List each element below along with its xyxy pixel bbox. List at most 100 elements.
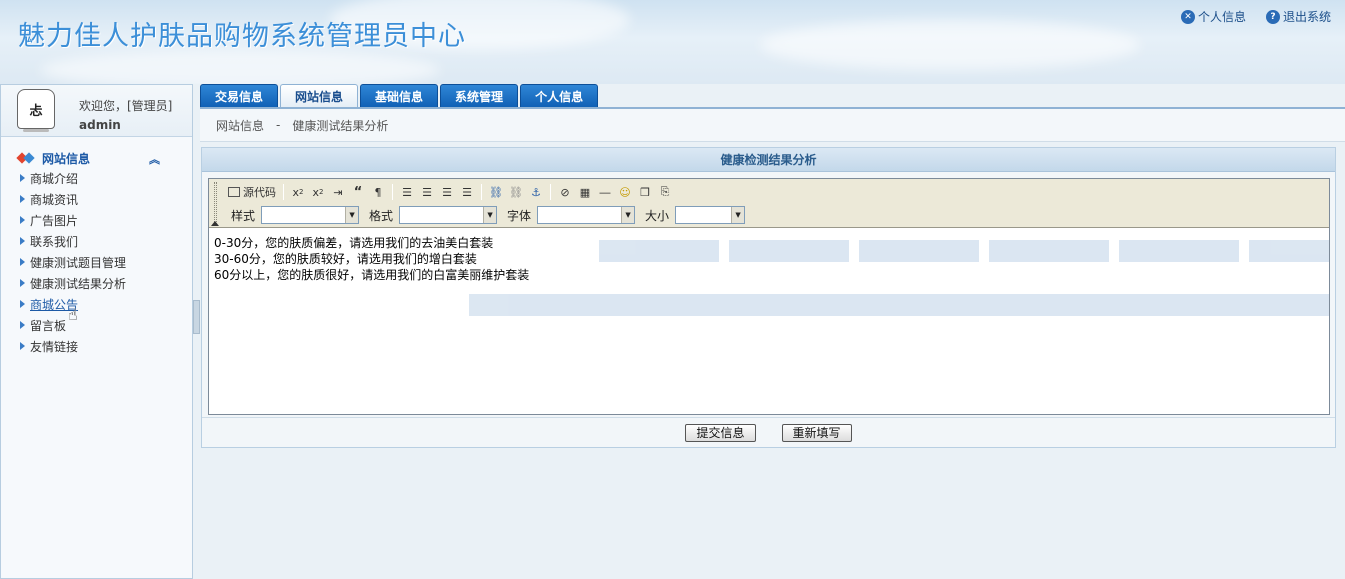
editor-toolbar: 源代码 x2 x2 ⇥ “ ¶ ☰ ☰ ☰ ☰ ⛓ ⛓ ⚓ ⊘ ▦ ― ☺ ❒ … [209, 179, 1329, 228]
tab-transactions[interactable]: 交易信息 [200, 84, 279, 108]
diamonds-icon [16, 152, 39, 164]
arrow-right-icon [20, 237, 25, 245]
sidebar-item-contact[interactable]: 联系我们 [20, 232, 192, 253]
header-cloud [40, 50, 440, 84]
collapse-toolbar-icon[interactable] [211, 221, 219, 226]
anchor-icon[interactable]: ⚓ [526, 183, 546, 201]
horizontal-rule-icon[interactable]: ― [595, 183, 615, 201]
chevron-down-icon: ▼ [731, 207, 745, 223]
smiley-icon[interactable]: ☺ [615, 183, 635, 201]
avatar: 忐 [17, 89, 55, 129]
sidebar-item-label: 健康测试结果分析 [30, 277, 127, 291]
welcome-text: 欢迎您，[管理员] [79, 99, 173, 113]
toolbar-separator [550, 184, 551, 200]
style-select[interactable]: ▼ [261, 206, 360, 224]
panel-title: 健康检测结果分析 [202, 148, 1335, 172]
flash-icon[interactable]: ⊘ [555, 183, 575, 201]
breadcrumb: 网站信息 - 健康测试结果分析 [200, 109, 1345, 142]
reset-button[interactable]: 重新填写 [781, 423, 852, 442]
superscript-icon[interactable]: x2 [308, 183, 328, 201]
align-justify-icon[interactable]: ☰ [457, 183, 477, 201]
chevron-down-icon: ▼ [621, 207, 635, 223]
chevron-down-icon: ▼ [345, 207, 359, 223]
collapse-icon[interactable]: ︽ [149, 151, 160, 167]
panel-footer: 提交信息 重新填写 [202, 417, 1335, 447]
sidebar-splitter[interactable] [193, 300, 200, 334]
site-title: 魅力佳人护肤品购物系统管理员中心 [18, 21, 466, 52]
sidebar-item-test-results[interactable]: 健康测试结果分析 [20, 274, 192, 295]
tab-site-info[interactable]: 网站信息 [280, 84, 359, 108]
nav-section-header[interactable]: 网站信息 ︽ [1, 147, 192, 169]
toolbar-separator [481, 184, 482, 200]
username: admin [79, 118, 121, 132]
tab-system[interactable]: 系统管理 [440, 84, 519, 108]
tab-personal[interactable]: 个人信息 [520, 84, 599, 108]
hand-cursor-icon: ☝ [68, 305, 78, 324]
table-icon[interactable]: ▦ [575, 183, 595, 201]
nav-list: 商城介绍 商城资讯 广告图片 联系我们 健康测试题目管理 健康测试结果分析 商城… [1, 169, 192, 358]
sidebar-item-message-board[interactable]: 留言板 [20, 316, 192, 337]
help-circle-icon: ? [1265, 9, 1280, 24]
align-left-icon[interactable]: ☰ [397, 183, 417, 201]
arrow-right-icon [20, 174, 25, 182]
profile-link-label: 个人信息 [1197, 10, 1246, 24]
content-line: 0-30分，您的肤质偏差，请选用我们的去油美白套装 [214, 236, 494, 250]
sidebar-item-label: 健康测试题目管理 [30, 256, 127, 270]
special-char-icon[interactable]: ❒ [635, 183, 655, 201]
header: 魅力佳人护肤品购物系统管理员中心 ✕ 个人信息 ? 退出系统 [0, 0, 1345, 84]
sidebar: 忐 欢迎您，[管理员] admin 网站信息 ︽ 商城介绍 商城资讯 广告图片 … [0, 84, 193, 579]
content-panel: 健康检测结果分析 源代码 x2 x2 ⇥ “ ¶ ☰ ☰ ☰ ☰ ⛓ ⛓ ⚓ ⊘… [201, 147, 1336, 448]
align-center-icon[interactable]: ☰ [417, 183, 437, 201]
subscript-icon[interactable]: x2 [288, 183, 308, 201]
sidebar-item-label: 广告图片 [30, 214, 79, 228]
font-select[interactable]: ▼ [537, 206, 636, 224]
header-cloud [760, 20, 1140, 70]
sidebar-item-label: 商城资讯 [30, 193, 79, 207]
format-paragraph-icon[interactable]: ¶ [368, 183, 388, 201]
toolbar-row-1: 源代码 x2 x2 ⇥ “ ¶ ☰ ☰ ☰ ☰ ⛓ ⛓ ⚓ ⊘ ▦ ― ☺ ❒ … [225, 183, 675, 201]
breadcrumb-page: 健康测试结果分析 [292, 118, 389, 133]
toolbar-separator [392, 184, 393, 200]
arrow-right-icon [20, 342, 25, 350]
size-select[interactable]: ▼ [675, 206, 746, 224]
source-icon [228, 187, 240, 197]
sidebar-item-friend-links[interactable]: 友情链接 [20, 337, 192, 358]
align-right-icon[interactable]: ☰ [437, 183, 457, 201]
submit-button[interactable]: 提交信息 [685, 423, 756, 442]
sidebar-item-ad-images[interactable]: 广告图片 [20, 211, 192, 232]
content-line: 30-60分，您的肤质较好，请选用我们的增白套装 [214, 252, 477, 266]
sidebar-item-announcements[interactable]: 商城公告 [20, 295, 192, 316]
toolbar-row-2: 样式 ▼ 格式 ▼ 字体 ▼ 大小 ▼ [225, 205, 746, 225]
format-select[interactable]: ▼ [399, 206, 498, 224]
chevron-down-icon: ▼ [483, 207, 497, 223]
sidebar-item-label: 联系我们 [30, 235, 79, 249]
tab-basic-info[interactable]: 基础信息 [360, 84, 439, 108]
format-label: 格式 [369, 208, 394, 223]
editor-content[interactable]: 0-30分，您的肤质偏差，请选用我们的去油美白套装 30-60分，您的肤质较好，… [209, 228, 1329, 414]
unlink-icon[interactable]: ⛓ [506, 183, 526, 201]
indent-icon[interactable]: ⇥ [328, 183, 348, 201]
blockquote-icon[interactable]: “ [348, 183, 368, 201]
arrow-right-icon [20, 195, 25, 203]
sidebar-item-mall-news[interactable]: 商城资讯 [20, 190, 192, 211]
profile-link[interactable]: ✕ 个人信息 [1180, 8, 1246, 25]
arrow-right-icon [20, 216, 25, 224]
source-button[interactable]: 源代码 [225, 183, 279, 201]
content-line: 60分以上，您的肤质很好，请选用我们的白富美丽维护套装 [214, 268, 530, 282]
link-icon[interactable]: ⛓ [486, 183, 506, 201]
sidebar-item-test-questions[interactable]: 健康测试题目管理 [20, 253, 192, 274]
page-break-icon[interactable]: ⎘ [655, 183, 675, 201]
source-button-label: 源代码 [243, 186, 276, 199]
toolbar-separator [283, 184, 284, 200]
arrow-right-icon [20, 321, 25, 329]
logout-link-label: 退出系统 [1282, 10, 1331, 24]
sidebar-item-label: 友情链接 [30, 340, 79, 354]
user-box: 忐 欢迎您，[管理员] admin [1, 85, 192, 137]
close-circle-icon: ✕ [1180, 9, 1195, 24]
sidebar-item-mall-intro[interactable]: 商城介绍 [20, 169, 192, 190]
logout-link[interactable]: ? 退出系统 [1265, 8, 1331, 25]
nav-section-label: 网站信息 [42, 151, 91, 166]
avatar-base [23, 129, 49, 132]
toolbar-grip [214, 182, 217, 224]
sidebar-item-label: 商城介绍 [30, 172, 79, 186]
